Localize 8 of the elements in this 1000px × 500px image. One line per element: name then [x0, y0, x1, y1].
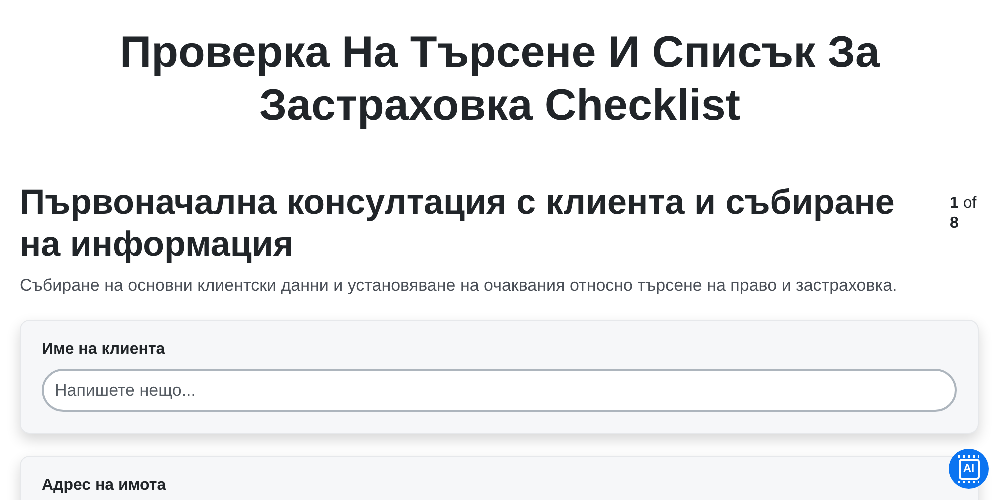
- section-description: Събиране на основни клиентски данни и установяване на очаквания относно търсене на право и застраховка.: [20, 276, 898, 296]
- section-title: Първоначална консултация с клиента и събиране на информация: [20, 182, 896, 266]
- ai-assistant-button[interactable]: AI: [949, 449, 989, 489]
- step-counter: 1 of 8: [950, 194, 978, 234]
- page-title: Проверка На Търсене И Списък За Застраховка Checklist: [119, 27, 882, 132]
- field-label: Адрес на имота: [42, 477, 168, 495]
- text-input[interactable]: Напишете нещо...: [42, 369, 957, 412]
- field-label: Име на клиента: [42, 341, 166, 359]
